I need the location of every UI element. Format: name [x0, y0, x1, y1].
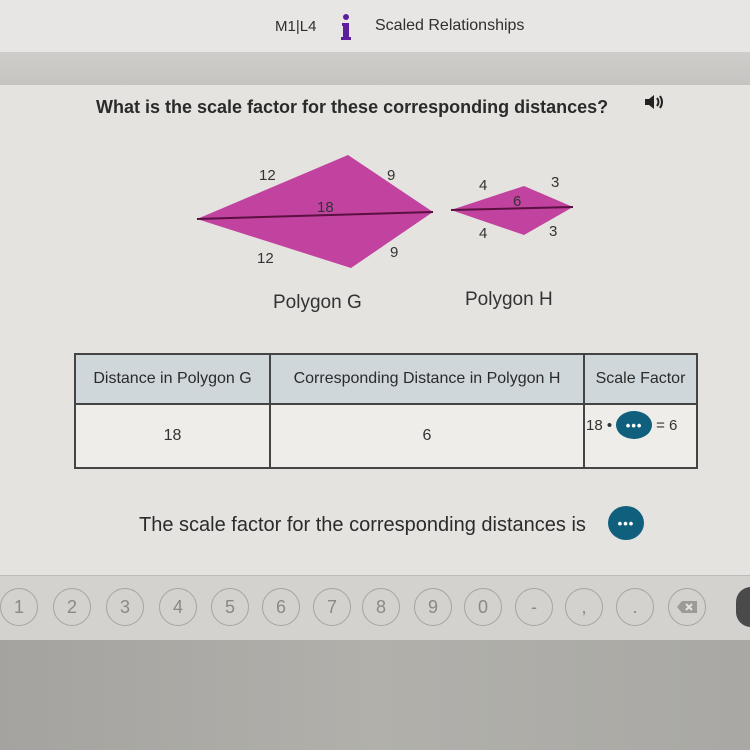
distance-table: Distance in Polygon G Corresponding Dist… — [74, 353, 698, 469]
h-diagonal-label: 6 — [513, 193, 521, 210]
header-distance-h: Corresponding Distance in Polygon H — [271, 355, 585, 403]
key-0[interactable]: 0 — [464, 588, 502, 626]
key-1[interactable]: 1 — [0, 588, 38, 626]
key-3[interactable]: 3 — [106, 588, 144, 626]
polygon-h-label: Polygon H — [465, 289, 553, 310]
h-side-bottom-left: 4 — [479, 225, 487, 242]
screen-bottom-area — [0, 640, 750, 750]
key-8[interactable]: 8 — [362, 588, 400, 626]
polygon-g-label: Polygon G — [273, 292, 362, 313]
submit-button[interactable] — [736, 587, 750, 627]
h-side-top-left: 4 — [479, 177, 487, 194]
answer-input-button[interactable]: ••• — [608, 506, 644, 540]
cell-distance-g: 18 — [76, 405, 271, 467]
g-side-top-right: 9 — [387, 167, 395, 184]
h-side-bottom-right: 3 — [549, 223, 557, 240]
key-9[interactable]: 9 — [414, 588, 452, 626]
g-side-top-left: 12 — [259, 167, 276, 184]
key-5[interactable]: 5 — [211, 588, 249, 626]
g-diagonal-label: 18 — [317, 199, 334, 216]
lesson-title: Scaled Relationships — [375, 17, 525, 34]
backspace-icon — [677, 601, 697, 613]
key-minus[interactable]: - — [515, 588, 553, 626]
key-period[interactable]: . — [616, 588, 654, 626]
key-comma[interactable]: , — [565, 588, 603, 626]
sf-right-text: = 6 — [656, 416, 678, 434]
key-7[interactable]: 7 — [313, 588, 351, 626]
backspace-key[interactable] — [668, 588, 706, 626]
number-keypad: 1 2 3 4 5 6 7 8 9 0 - , . — [0, 575, 750, 641]
cell-distance-h: 6 — [271, 405, 585, 467]
scale-factor-input-button[interactable]: ••• — [616, 411, 653, 439]
header-band — [0, 53, 750, 85]
info-i-icon — [341, 14, 351, 40]
question-text: What is the scale factor for these corre… — [96, 97, 609, 117]
key-2[interactable]: 2 — [53, 588, 91, 626]
answer-sentence: The scale factor for the corresponding d… — [139, 514, 586, 536]
speaker-icon[interactable] — [643, 92, 665, 112]
top-bar: M1|L4 Scaled Relationships — [0, 0, 750, 53]
g-side-bottom-right: 9 — [390, 244, 398, 261]
h-side-top-right: 3 — [551, 174, 559, 191]
sf-left-text: 18 • — [586, 416, 613, 434]
g-side-bottom-left: 12 — [257, 250, 274, 267]
key-4[interactable]: 4 — [159, 588, 197, 626]
header-scale-factor: Scale Factor — [585, 355, 696, 403]
lesson-code: M1|L4 — [275, 18, 317, 35]
header-distance-g: Distance in Polygon G — [76, 355, 271, 403]
key-6[interactable]: 6 — [262, 588, 300, 626]
cell-scale-factor: 18 • ••• = 6 — [586, 411, 677, 439]
